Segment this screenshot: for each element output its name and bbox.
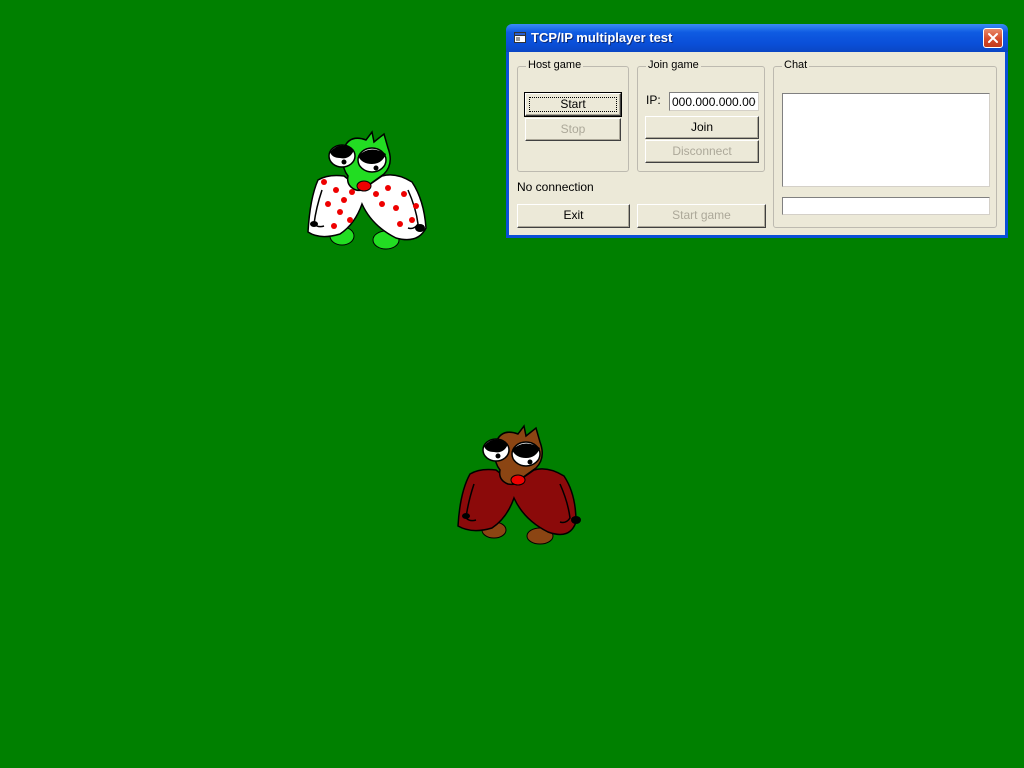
chat-legend: Chat [782,59,810,71]
start-game-button[interactable]: Start game [637,204,766,228]
ip-address-input[interactable] [669,92,759,111]
close-button[interactable] [983,28,1003,48]
start-host-button[interactable]: Start [524,92,622,117]
window-title: TCP/IP multiplayer test [531,30,673,45]
join-game-legend: Join game [646,59,701,71]
chat-group: Chat [773,59,997,228]
join-button[interactable]: Join [645,116,759,139]
disconnect-button[interactable]: Disconnect [645,140,759,163]
title-bar[interactable]: TCP/IP multiplayer test [506,24,1008,52]
close-icon [988,33,998,43]
join-label: Join [690,120,713,134]
multiplayer-test-window: TCP/IP multiplayer test Host game Start … [506,24,1008,238]
dialog-client-area: Host game Start Stop Join game IP: Join … [509,52,1005,235]
stop-host-button[interactable]: Stop [525,118,621,141]
host-game-group: Host game Start Stop [517,59,629,172]
disconnect-label: Disconnect [672,144,732,158]
stop-host-label: Stop [560,122,586,136]
exit-label: Exit [563,208,584,222]
host-game-legend: Host game [526,59,584,71]
player-green-character [307,130,427,250]
chat-input[interactable] [782,197,990,215]
connection-status: No connection [517,180,594,194]
exit-button[interactable]: Exit [517,204,630,228]
player-brown-character [457,424,581,545]
start-game-label: Start game [672,208,731,222]
join-game-group: Join game IP: Join Disconnect [637,59,765,172]
ip-label: IP: [646,93,661,107]
start-host-label: Start [560,97,586,111]
app-icon [514,32,526,43]
chat-messages-area[interactable] [782,93,990,187]
